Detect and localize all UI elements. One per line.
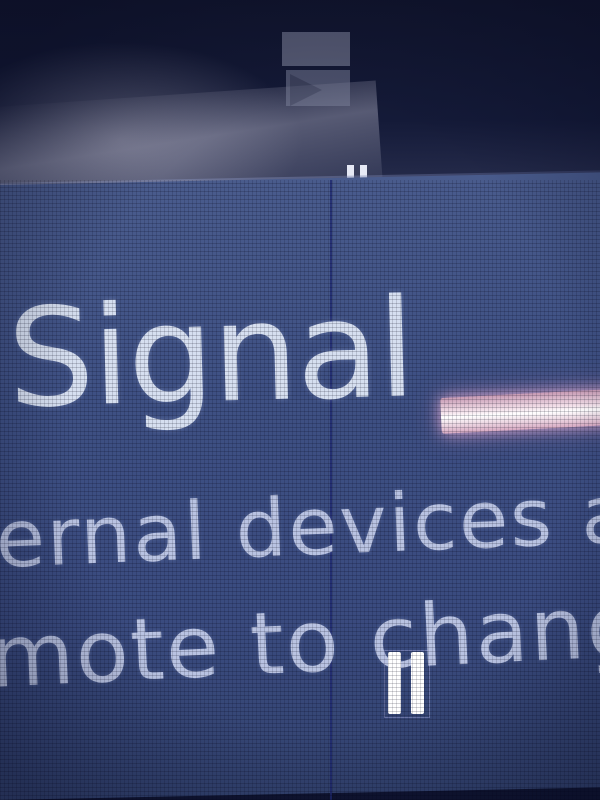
description-line-1: ernal devices an xyxy=(0,465,600,586)
media-reflection-icon xyxy=(282,32,350,106)
page-title: Signal xyxy=(5,270,416,439)
pause-icon xyxy=(384,650,430,718)
tv-screen-photo: Signal ernal devices an mote to change xyxy=(0,0,600,800)
